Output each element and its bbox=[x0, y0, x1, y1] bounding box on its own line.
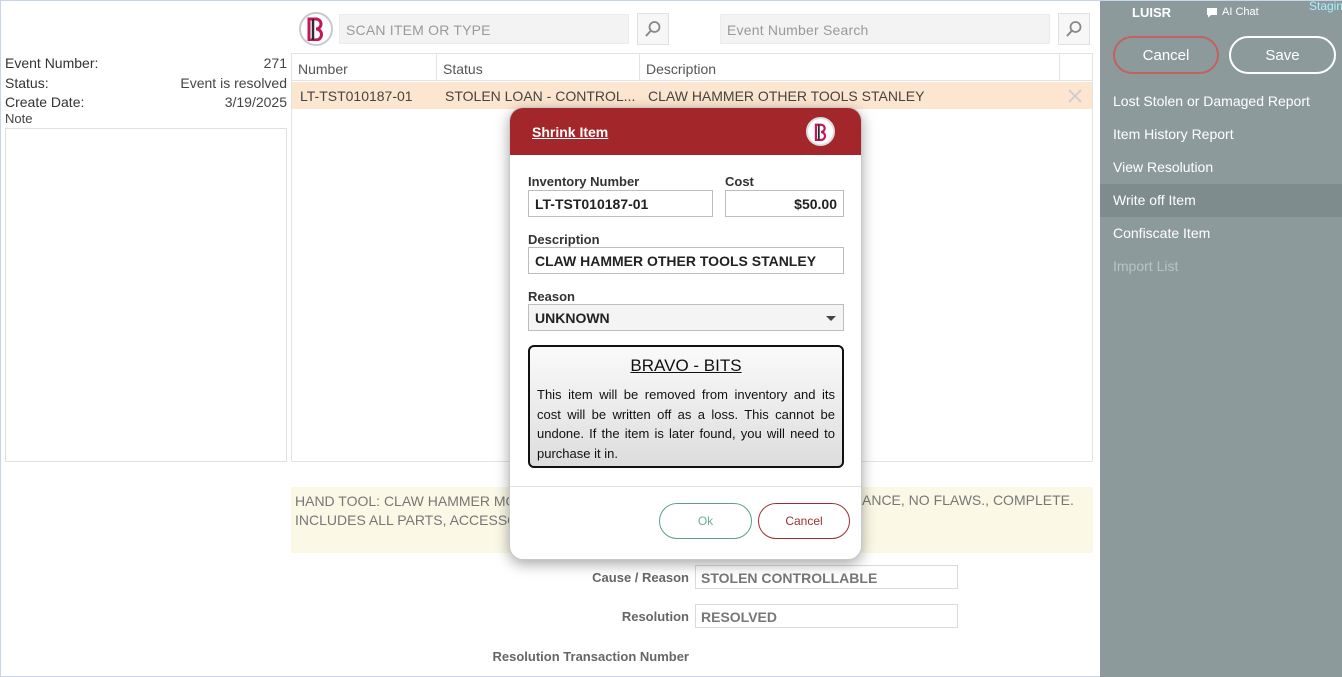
dialog-logo bbox=[806, 117, 835, 146]
cost-label: Cost bbox=[725, 174, 754, 189]
shrink-item-dialog: Shrink Item Inventory Number LT-TST01018… bbox=[509, 107, 862, 560]
status-row: Status: Event is resolved bbox=[5, 75, 287, 94]
row-status: STOLEN LOAN - CONTROL... bbox=[445, 88, 636, 104]
bravo-bits-title: BRAVO - BITS bbox=[630, 356, 742, 375]
reason-select[interactable]: UNKNOWN bbox=[528, 304, 844, 331]
event-number-label: Event Number: bbox=[5, 55, 99, 71]
menu-item-confiscate-item[interactable]: Confiscate Item bbox=[1100, 217, 1342, 250]
column-header-actions bbox=[1060, 54, 1092, 81]
scan-item-input[interactable]: SCAN ITEM OR TYPE bbox=[339, 14, 629, 44]
event-search-button[interactable] bbox=[1058, 13, 1090, 45]
menu-item-view-resolution[interactable]: View Resolution bbox=[1100, 151, 1342, 184]
inventory-number-field[interactable]: LT-TST010187-01 bbox=[528, 190, 713, 217]
chat-icon bbox=[1207, 7, 1217, 17]
status-label: Status: bbox=[5, 75, 49, 91]
reason-label: Reason bbox=[528, 289, 575, 304]
bravo-logo-icon bbox=[307, 17, 323, 41]
column-header-description[interactable]: Description bbox=[640, 54, 1060, 81]
event-number-row: Event Number: 271 bbox=[5, 55, 287, 74]
row-number: LT-TST010187-01 bbox=[300, 88, 413, 104]
bravo-bits-text: This item will be removed from inventory… bbox=[537, 387, 835, 461]
chevron-down-icon bbox=[826, 316, 836, 321]
menu-item-write-off-item[interactable]: Write off Item bbox=[1100, 184, 1342, 217]
bravo-bits-info-box: BRAVO - BITS This item will be removed f… bbox=[528, 345, 844, 468]
cost-field[interactable]: $50.00 bbox=[725, 190, 844, 217]
ok-button[interactable]: Ok bbox=[659, 503, 752, 539]
scan-search-button[interactable] bbox=[637, 13, 669, 45]
remove-row-button[interactable] bbox=[1066, 87, 1084, 108]
status-value: Event is resolved bbox=[180, 75, 287, 91]
dialog-title: Shrink Item bbox=[532, 124, 609, 140]
resolution-transaction-label: Resolution Transaction Number bbox=[492, 649, 689, 664]
table-row[interactable]: LT-TST010187-01 STOLEN LOAN - CONTROL...… bbox=[292, 82, 1092, 109]
row-description: CLAW HAMMER OTHER TOOLS STANLEY bbox=[648, 88, 925, 104]
search-icon bbox=[1066, 21, 1082, 37]
cancel-button[interactable]: Cancel bbox=[1113, 36, 1219, 74]
ai-chat-label: AI Chat bbox=[1222, 6, 1259, 18]
ai-chat-button[interactable]: AI Chat bbox=[1206, 6, 1259, 18]
resolution-field: RESOLVED bbox=[695, 604, 958, 628]
note-textarea[interactable] bbox=[5, 128, 287, 462]
save-button[interactable]: Save bbox=[1229, 36, 1336, 74]
environment-badge: Stagin bbox=[1309, 0, 1342, 13]
long-description-right: ANCE, NO FLAWS., COMPLETE. bbox=[862, 492, 1074, 508]
note-label: Note bbox=[5, 111, 33, 126]
event-number-search-input[interactable]: Event Number Search bbox=[720, 14, 1050, 44]
create-date-value: 3/19/2025 bbox=[224, 94, 287, 110]
menu-item-import-list: Import List bbox=[1113, 258, 1179, 274]
dialog-cancel-button[interactable]: Cancel bbox=[758, 503, 850, 539]
user-name[interactable]: LUISR bbox=[1132, 5, 1171, 20]
description-field[interactable]: CLAW HAMMER OTHER TOOLS STANLEY bbox=[528, 247, 844, 274]
event-number-value: 271 bbox=[263, 55, 287, 71]
description-label: Description bbox=[528, 232, 600, 247]
create-date-row: Create Date: 3/19/2025 bbox=[5, 94, 287, 113]
column-header-status[interactable]: Status bbox=[437, 54, 640, 81]
search-icon bbox=[645, 21, 661, 37]
reason-selected-value: UNKNOWN bbox=[535, 310, 610, 326]
bravo-logo-icon bbox=[814, 123, 826, 141]
column-header-number[interactable]: Number bbox=[292, 54, 437, 81]
cause-reason-label: Cause / Reason bbox=[592, 570, 689, 585]
inventory-number-label: Inventory Number bbox=[528, 174, 640, 189]
menu-item-item-history-report[interactable]: Item History Report bbox=[1100, 118, 1342, 151]
menu-item-lost-stolen-report[interactable]: Lost Stolen or Damaged Report bbox=[1100, 85, 1342, 118]
bravo-logo[interactable] bbox=[299, 12, 333, 46]
resolution-label: Resolution bbox=[621, 609, 689, 624]
cause-reason-field: STOLEN CONTROLLABLE bbox=[695, 565, 958, 589]
close-icon bbox=[1068, 89, 1082, 103]
dialog-divider bbox=[510, 486, 861, 487]
